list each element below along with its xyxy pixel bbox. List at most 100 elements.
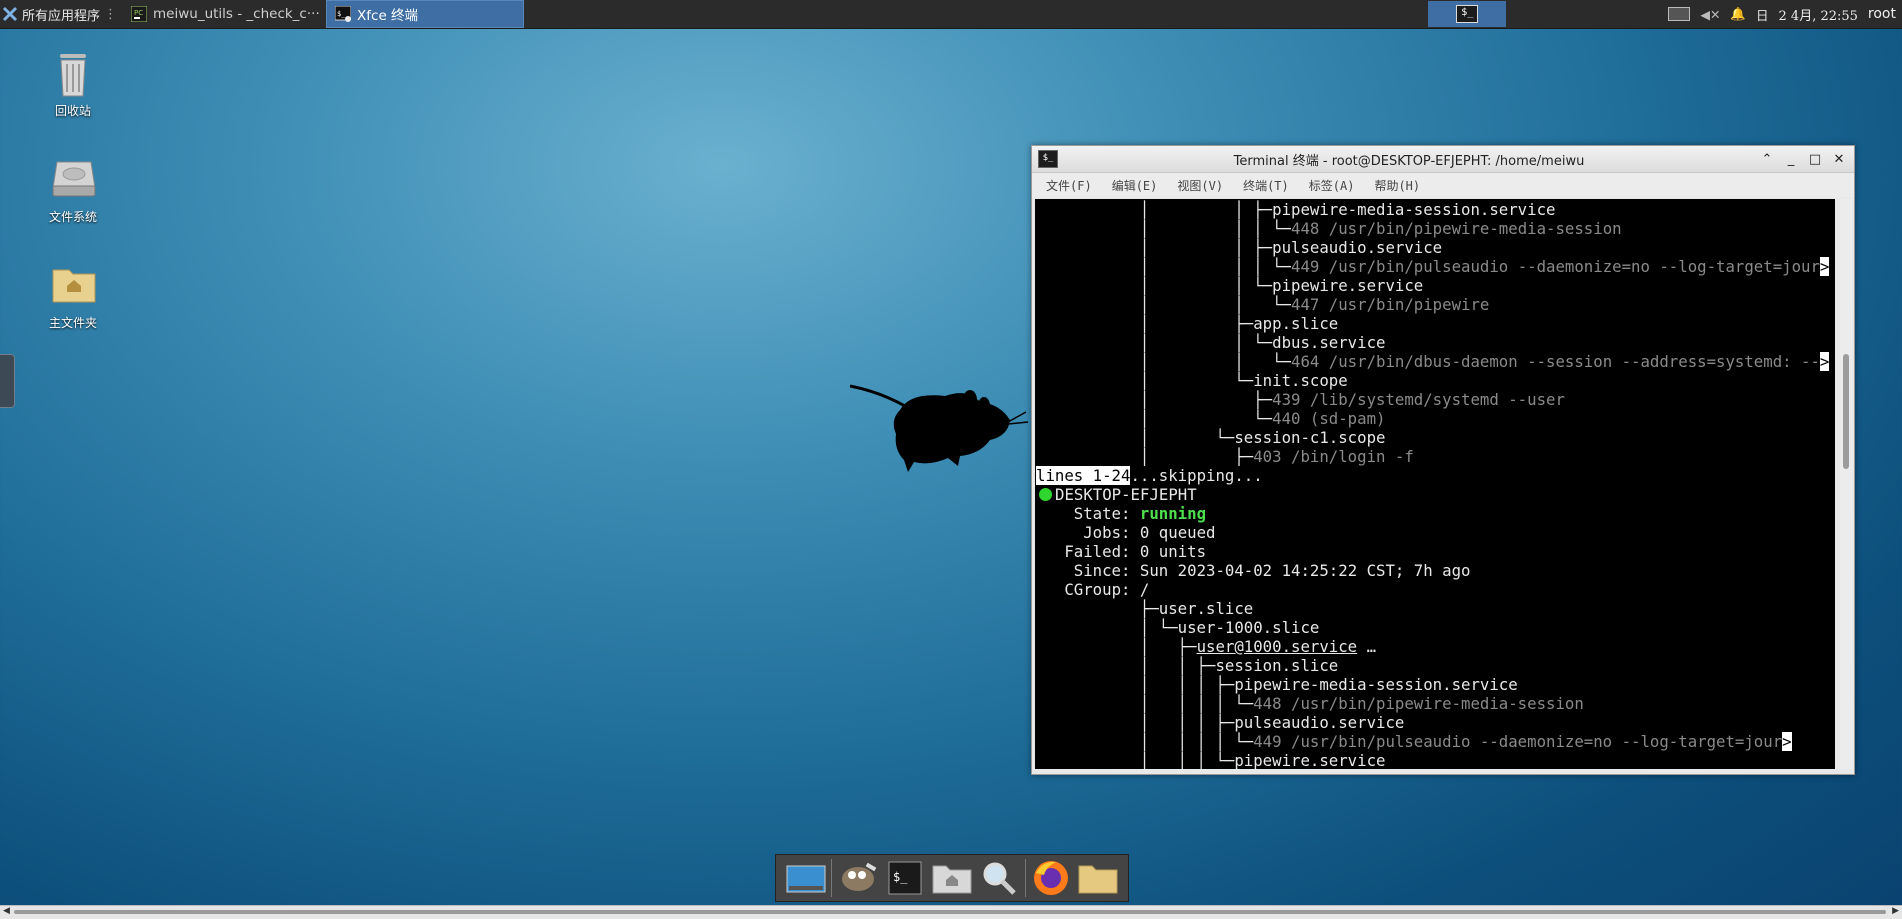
trash-icon — [51, 52, 95, 98]
failed-label: Failed: — [1064, 542, 1131, 561]
keyboard-icon[interactable] — [1668, 7, 1691, 21]
workspace-switcher[interactable]: $_ — [1428, 1, 1507, 27]
term-line: app.slice — [1253, 314, 1339, 333]
menu-edit[interactable]: 编辑(E) — [1112, 177, 1158, 194]
term-line: session-c1.scope — [1234, 428, 1386, 447]
desktop-icon-label: 文件系统 — [48, 210, 97, 224]
terminal-output[interactable]: │ │ ├─pipewire-media-session.service │ │… — [1035, 199, 1835, 769]
term-line: user.slice — [1158, 599, 1254, 618]
term-line: dbus.service — [1272, 333, 1386, 352]
minimize-button[interactable]: _ — [1784, 152, 1798, 167]
term-line: session.slice — [1215, 656, 1339, 675]
gimp-icon — [842, 862, 877, 891]
term-line: pulseaudio.service — [1272, 238, 1443, 257]
term-line: pipewire-media-session.service — [1272, 200, 1556, 219]
scrollbar-track[interactable] — [14, 910, 1886, 914]
shade-button[interactable]: ⌃ — [1760, 152, 1774, 167]
clock[interactable]: 2 4月, 22:55 — [1779, 5, 1858, 24]
term-line: init.scope — [1253, 371, 1348, 390]
title-bar[interactable]: $_ Terminal 终端 - root@DESKTOP-EFJEPHT: /… — [1032, 146, 1854, 173]
terminal-window-icon[interactable]: $_ — [1038, 150, 1058, 168]
dock-gimp[interactable] — [835, 856, 879, 900]
term-line: pipewire-media-session.service — [1234, 675, 1518, 694]
user-menu[interactable]: root — [1868, 6, 1896, 22]
term-line: 447 /usr/bin/pipewire — [1291, 295, 1490, 314]
term-line: pulseaudio.service — [1234, 713, 1405, 732]
state-label: State: — [1073, 504, 1131, 523]
term-line: 448 /usr/bin/pipewire-media-session — [1253, 694, 1584, 713]
host-name: DESKTOP-EFJEPHT — [1055, 485, 1197, 504]
state-value: running — [1139, 504, 1207, 523]
since-value: Sun 2023-04-02 14:25:22 CST; 7h ago — [1139, 561, 1471, 580]
scroll-left-arrow-icon[interactable]: ◀ — [3, 906, 10, 916]
scrollbar-thumb[interactable] — [1843, 354, 1849, 469]
applications-menu-label: 所有应用程序 — [22, 8, 101, 24]
taskbar-item-label: Xfce 终端 — [357, 8, 419, 24]
menu-dots-icon: ⋮ — [104, 6, 118, 22]
jobs-label: Jobs: — [1083, 523, 1131, 542]
home-folder-icon — [932, 865, 972, 894]
notification-bell-icon[interactable]: 🔔 — [1730, 6, 1746, 22]
home-folder-icon — [51, 264, 96, 310]
term-line: user@1000.service — [1196, 637, 1358, 656]
dock-firefox[interactable] — [1029, 856, 1073, 900]
desktop-icon-home[interactable]: 主文件夹 — [28, 264, 118, 331]
menu-file[interactable]: 文件(F) — [1046, 177, 1092, 194]
dock-separator — [830, 859, 832, 897]
term-line: pipewire.service — [1234, 751, 1386, 769]
volume-muted-icon[interactable]: ◀✕ — [1700, 7, 1720, 22]
failed-value: 0 units — [1139, 542, 1207, 561]
menu-terminal[interactable]: 终端(T) — [1243, 177, 1289, 194]
svg-text:$_: $_ — [337, 10, 346, 18]
menu-bar: 文件(F) 编辑(E) 视图(V) 终端(T) 标签(A) 帮助(H) — [1032, 173, 1854, 197]
dock-search[interactable] — [977, 856, 1021, 900]
term-line-more: … — [1366, 637, 1377, 656]
desktop-icon-filesystem[interactable]: 文件系统 — [28, 158, 118, 225]
workspace-window-preview: $_ — [1456, 5, 1479, 23]
menu-tabs[interactable]: 标签(A) — [1309, 177, 1355, 194]
svg-text:PC: PC — [134, 9, 143, 17]
svg-text:$_: $_ — [893, 870, 908, 884]
terminal-scrollbar[interactable] — [1840, 199, 1852, 769]
xfce-mouse-logo — [850, 384, 1029, 472]
dock-terminal[interactable]: $_ — [883, 856, 927, 900]
search-icon — [983, 862, 1017, 895]
firefox-icon — [1033, 861, 1068, 895]
close-button[interactable]: ✕ — [1832, 152, 1846, 167]
status-dot-icon — [1039, 488, 1052, 501]
term-line: 403 /bin/login -f — [1253, 447, 1414, 466]
maximize-button[interactable]: □ — [1808, 152, 1822, 167]
applications-menu[interactable]: 所有应用程序 ⋮ — [0, 0, 121, 28]
taskbar-item-editor[interactable]: PC meiwu_utils - _check_c··· — [123, 1, 324, 27]
pager-skipping: ...skipping... — [1130, 466, 1263, 485]
calendar-icon[interactable]: 日 — [1756, 5, 1769, 24]
terminal-icon: $_ — [888, 861, 922, 895]
folder-icon — [1078, 865, 1118, 894]
term-line: 449 /usr/bin/pulseaudio --daemonize=no -… — [1291, 257, 1820, 276]
show-desktop-icon — [786, 865, 826, 893]
term-line: 440 (sd-pam) — [1272, 409, 1386, 428]
desktop-icon-trash[interactable]: 回收站 — [28, 52, 118, 119]
dock-home-folder[interactable] — [930, 856, 974, 900]
cgroup-value: / — [1139, 580, 1150, 599]
bottom-scrollbar[interactable]: ◀ ▶ — [0, 905, 1902, 919]
menu-help[interactable]: 帮助(H) — [1374, 177, 1420, 194]
desktop-icon-label: 主文件夹 — [48, 316, 97, 330]
pycharm-icon: PC — [131, 6, 148, 22]
terminal-window[interactable]: $_ Terminal 终端 - root@DESKTOP-EFJEPHT: /… — [1031, 145, 1855, 775]
terminal-icon: $_ — [335, 6, 352, 22]
scroll-right-arrow-icon[interactable]: ▶ — [1892, 906, 1899, 916]
drive-icon — [51, 158, 96, 204]
menu-view[interactable]: 视图(V) — [1177, 177, 1223, 194]
taskbar-item-label: meiwu_utils - _check_c··· — [153, 6, 320, 22]
cgroup-label: CGroup: — [1064, 580, 1131, 599]
top-panel: 所有应用程序 ⋮ PC meiwu_utils - _check_c··· $_… — [0, 0, 1902, 29]
term-line: 439 /lib/systemd/systemd --user — [1272, 390, 1565, 409]
dock-separator — [1024, 859, 1026, 897]
side-panel-handle[interactable] — [0, 354, 15, 408]
window-title: Terminal 终端 - root@DESKTOP-EFJEPHT: /hom… — [1233, 153, 1585, 169]
dock-file-manager[interactable] — [1076, 856, 1120, 900]
taskbar-item-terminal[interactable]: $_ Xfce 终端 — [326, 0, 525, 28]
desktop-icon-label: 回收站 — [54, 104, 91, 118]
dock-show-desktop[interactable] — [784, 856, 828, 900]
